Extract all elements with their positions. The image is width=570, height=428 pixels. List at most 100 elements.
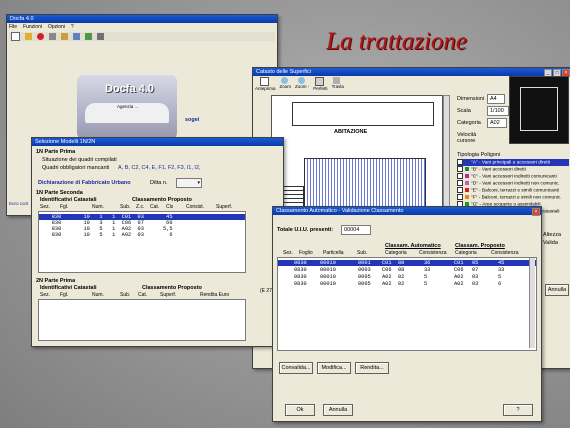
velocita-label: Velocità cursore xyxy=(457,132,477,144)
toolbar-perfetti[interactable]: Perfetti xyxy=(313,77,328,91)
checkbox-icon[interactable] xyxy=(457,166,463,172)
legend-item-label: "B" - Vani accessori diretti xyxy=(471,167,526,173)
checkbox-icon[interactable] xyxy=(457,187,463,193)
ident-header-2n: Identificativi Catastali xyxy=(40,285,97,291)
docfa-logo-text: Docfa 4.0 xyxy=(105,83,154,95)
scala-label: Scala xyxy=(457,108,471,114)
table-row[interactable]: 0830 00010 0005 A02 02 5 A02 03 6 xyxy=(278,281,536,287)
legend-item-e[interactable]: "E" - Balconi, terrazzi e simili comunic… xyxy=(457,187,569,194)
catasto-window-controls: _ □ × xyxy=(544,69,570,77)
legend-item-f[interactable]: "F" - Balconi, terrazzi e simili non com… xyxy=(457,194,569,201)
doc-heading: ABITAZIONE xyxy=(334,129,368,135)
main-toolbar xyxy=(9,32,275,41)
checkbox-icon[interactable] xyxy=(457,173,463,179)
menu-opzioni[interactable]: Opzioni xyxy=(48,24,65,31)
preview-thumbnail xyxy=(509,76,569,144)
table-cell: 0003 xyxy=(358,267,371,273)
menu-help[interactable]: ? xyxy=(71,24,74,31)
categoria-field[interactable]: A02 xyxy=(487,118,507,128)
table-cell: 33 xyxy=(424,267,431,273)
column-header: Cls xyxy=(166,204,174,210)
table-row[interactable]: 0830 00010 0005 A02 02 5 A02 03 5 xyxy=(278,274,536,280)
validazione-window-controls: × xyxy=(532,208,540,216)
table-cell: 05 xyxy=(472,260,479,266)
minimize-icon[interactable]: _ xyxy=(544,69,552,77)
table-icon[interactable] xyxy=(85,33,92,40)
open-folder-icon[interactable] xyxy=(25,33,32,40)
toolbar-anteprima[interactable]: Anteprima xyxy=(255,77,276,91)
table-cell: 0830 xyxy=(294,274,307,280)
legend-item-b[interactable]: "B" - Vani accessori diretti xyxy=(457,166,569,173)
toolbar-zoom-out[interactable]: Zoom - xyxy=(295,77,309,91)
slide-title: La trattazione xyxy=(326,28,467,55)
dimensioni-field[interactable]: A4 xyxy=(487,94,505,104)
table-cell: 08 xyxy=(398,267,405,273)
top-grid[interactable]: 830 10 1 1 C01 03 45 830 10 3 1 C06 07 6… xyxy=(38,211,246,273)
zoom-out-icon xyxy=(297,77,305,84)
column-header: Particella xyxy=(323,250,344,256)
validazione-scrollbar[interactable] xyxy=(529,258,535,348)
validazione-title-bar: Classamento Automatico - Validazione Cla… xyxy=(273,207,541,216)
modifica-button[interactable]: Modifica... xyxy=(317,362,351,374)
toolbar-zoom[interactable]: Zoom xyxy=(279,77,292,91)
table-row[interactable]: 0830 00010 0001 C01 08 36 C01 05 45 xyxy=(278,260,536,266)
bottom-grid-headers: Sez. Fgl. Num. Sub. Cat. Superf. Rendita Euro xyxy=(40,292,240,298)
column-header: Superf. xyxy=(216,204,233,210)
ok-button[interactable]: Ok xyxy=(285,404,315,416)
valida-label: Valida xyxy=(543,240,558,246)
table-cell: A02 xyxy=(382,274,392,280)
dichiarazione-label: Dichiarazione di Fabbricato Urbano xyxy=(38,180,131,186)
stop-icon[interactable] xyxy=(37,33,44,40)
menu-funzioni[interactable]: Funzioni xyxy=(23,24,42,31)
preview-icon xyxy=(259,77,269,86)
catasto-title-bar: Catasto delle Superfici _ □ × xyxy=(253,68,570,77)
table-row[interactable]: 830 10 5 1 A02 03 6 xyxy=(39,232,245,238)
table-cell: C01 xyxy=(454,260,464,266)
selezione-title: Selezione Modelli 1N/2N xyxy=(35,139,96,145)
top-grid-headers: Sez. Fgl. Num. Sub. Z.c. Cat. Cls Consist. Super… xyxy=(40,204,240,210)
menu-file[interactable]: File xyxy=(9,24,17,31)
help-button[interactable]: ? xyxy=(503,404,533,416)
column-header: Sez. xyxy=(283,250,294,256)
validazione-dialog: Classamento Automatico - Validazione Cla… xyxy=(272,206,542,422)
checkbox-icon[interactable] xyxy=(457,180,463,186)
color-swatch-icon xyxy=(465,195,469,199)
annulla-button[interactable]: Annulla xyxy=(323,404,353,416)
calc-icon[interactable] xyxy=(73,33,80,40)
print-icon[interactable] xyxy=(49,33,56,40)
toolbar-zoom-label: Zoom xyxy=(279,84,292,89)
checkbox-icon[interactable] xyxy=(457,159,463,165)
convalida-button[interactable]: Convalida... xyxy=(279,362,313,374)
column-header: Fgl. xyxy=(60,292,69,298)
validazione-grid[interactable]: 0830 00010 0001 C01 08 36 C01 05 45 0830 00010 0003… xyxy=(277,257,537,351)
sogei-label: sogei xyxy=(185,117,200,123)
checkbox-icon[interactable] xyxy=(457,194,463,200)
selezione-title-bar: Selezione Modelli 1N/2N xyxy=(32,138,283,146)
table-cell: 07 xyxy=(472,267,479,273)
legend-item-d[interactable]: "D" - Vani accessori indiretti non comun… xyxy=(457,180,569,187)
table-row[interactable]: 0830 00010 0003 C06 08 33 C06 07 33 xyxy=(278,267,536,273)
new-file-icon[interactable] xyxy=(11,32,20,41)
legend-item-a[interactable]: "A" - Vani principali e accessori dirett… xyxy=(457,159,569,166)
bottom-grid[interactable] xyxy=(38,299,246,341)
column-header: Cat. xyxy=(138,292,148,298)
toolbar-trasla[interactable]: Trasla xyxy=(332,77,344,91)
scala-field[interactable]: 1/100 xyxy=(487,106,509,116)
edit-icon[interactable] xyxy=(61,33,68,40)
column-header: Fgl. xyxy=(60,204,69,210)
table-cell: 36 xyxy=(424,260,431,266)
close-icon[interactable]: × xyxy=(562,69,570,77)
legend-item-c[interactable]: "C" - Vani accessori indiretti comunican… xyxy=(457,173,569,180)
column-header: Sez. xyxy=(40,292,51,298)
ditta-dropdown[interactable]: ▾ xyxy=(176,178,202,188)
toolbar-trasla-label: Trasla xyxy=(331,84,344,89)
toolbar-perfetti-label: Perfetti xyxy=(313,86,328,91)
close-icon[interactable]: × xyxy=(532,208,540,216)
totale-label: Totale U.I.U. presenti: xyxy=(277,227,334,233)
legend-item-label: "A" - Vani principali e accessori dirett… xyxy=(471,160,551,166)
maximize-icon[interactable]: □ xyxy=(553,69,561,77)
catasto-annulla-button[interactable]: Annulla xyxy=(545,284,569,296)
quadri-mancanti-value: A, B, C2, C4, E, F1, F2, F3, I1, I2, xyxy=(118,165,201,171)
tool-icon[interactable] xyxy=(97,33,104,40)
rendita-button[interactable]: Rendita... xyxy=(355,362,389,374)
